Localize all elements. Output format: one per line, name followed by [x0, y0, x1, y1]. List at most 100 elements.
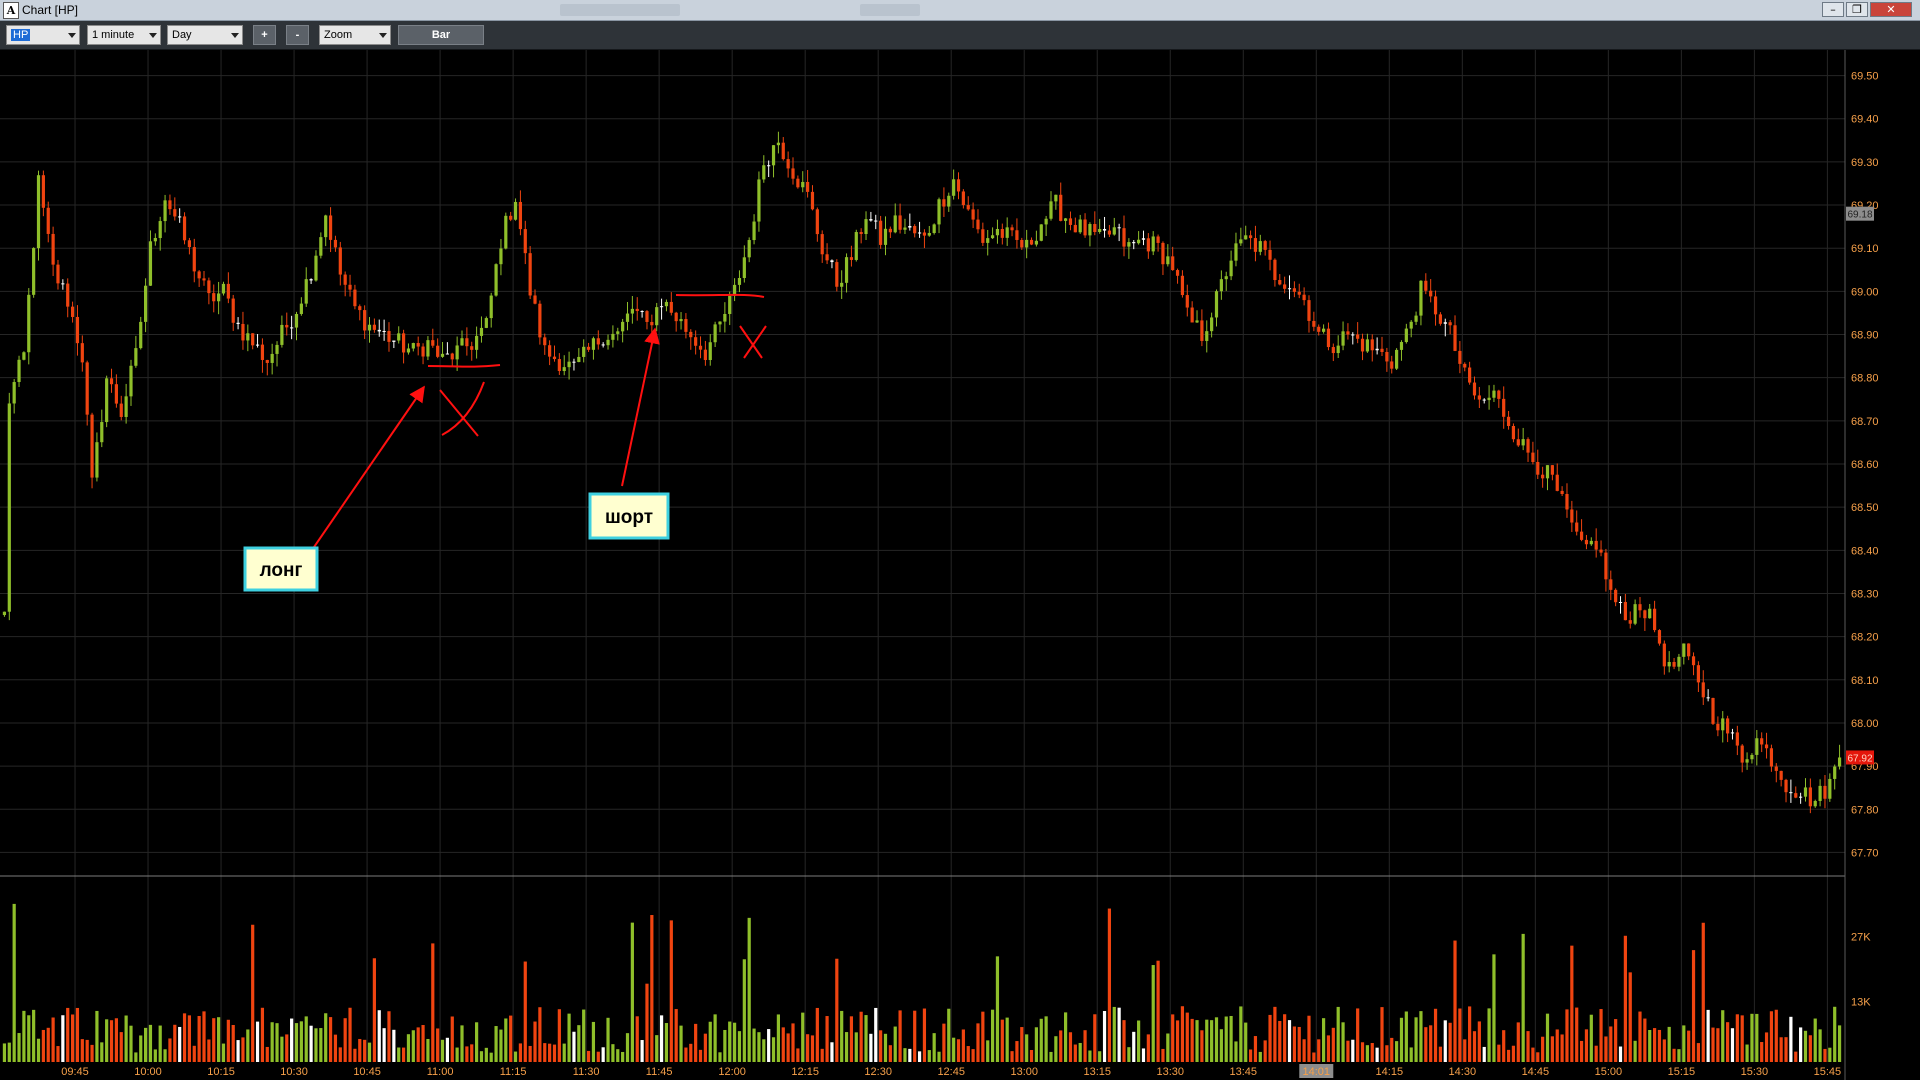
time-tick-label: 11:45 — [646, 1066, 673, 1078]
candle-body — [1482, 399, 1486, 401]
bar-type-button[interactable]: Bar — [398, 25, 484, 45]
candle-body — [367, 324, 372, 331]
candle-body — [1399, 342, 1404, 350]
candle-body — [922, 232, 927, 236]
candle-body — [708, 342, 712, 361]
volume-bar — [1609, 1026, 1613, 1062]
volume-bar — [990, 1009, 995, 1062]
candle-body — [299, 303, 303, 314]
volume-bar — [387, 1011, 391, 1062]
symbol-select[interactable]: HP — [6, 25, 80, 45]
candle-body — [942, 199, 946, 207]
volume-bar — [270, 1022, 274, 1062]
candle-body — [966, 205, 970, 210]
volume-bar — [27, 1015, 31, 1062]
minimize-button[interactable]: – — [1822, 2, 1844, 17]
volume-bar — [723, 1029, 727, 1062]
candle-body — [1774, 766, 1778, 771]
candle-body — [445, 353, 449, 355]
volume-bar — [168, 1038, 172, 1062]
volume-bar — [1093, 1014, 1097, 1062]
current-price-label: 67.92 — [1847, 753, 1872, 764]
volume-bar — [874, 1007, 878, 1062]
volume-bar — [552, 1044, 557, 1062]
range-select[interactable]: Day — [167, 25, 243, 45]
candle-body — [1477, 395, 1481, 400]
volume-bar — [703, 1033, 707, 1062]
candle-body — [1594, 540, 1598, 550]
price-tick-label: 68.40 — [1851, 545, 1879, 557]
zoom-out-button[interactable]: - — [286, 25, 309, 45]
volume-bar — [1059, 1030, 1063, 1062]
volume-bar — [119, 1032, 123, 1062]
candle-body — [221, 283, 226, 294]
candle-body — [1287, 288, 1292, 290]
volume-bar — [1419, 1011, 1423, 1062]
candle-body — [124, 396, 128, 417]
volume-bar — [698, 1049, 703, 1062]
candle-body — [630, 308, 634, 314]
volume-bar — [689, 1043, 693, 1062]
interval-select[interactable]: 1 minute — [87, 25, 161, 45]
candle-body — [494, 264, 498, 296]
volume-bar — [518, 1043, 523, 1062]
volume-bar — [728, 1021, 732, 1062]
price-tick-label: 69.30 — [1851, 157, 1879, 169]
candle-body — [1015, 230, 1019, 240]
close-button[interactable]: ✕ — [1870, 2, 1912, 17]
volume-bar — [786, 1033, 790, 1062]
candle-body — [806, 181, 810, 192]
volume-bar — [338, 1047, 342, 1062]
candle-body — [1273, 259, 1277, 281]
volume-bar — [173, 1024, 177, 1062]
candle-body — [436, 345, 440, 357]
candle-body — [552, 356, 557, 360]
candle-body — [139, 321, 143, 349]
background-tab-ghost — [560, 4, 680, 16]
candle-body — [1511, 425, 1516, 440]
volume-bar — [1390, 1037, 1394, 1062]
time-tick-label: 10:00 — [134, 1066, 162, 1078]
candle-body — [1667, 661, 1671, 667]
restore-button[interactable]: ❐ — [1846, 2, 1868, 17]
volume-bar — [1463, 1039, 1467, 1062]
window-title: Chart [HP] — [22, 3, 79, 17]
volume-bar — [752, 1028, 756, 1062]
volume-bar — [781, 1027, 785, 1062]
volume-bar — [533, 1021, 537, 1062]
candle-body — [1185, 295, 1189, 308]
volume-bar — [319, 1028, 323, 1062]
candle-body — [640, 311, 644, 313]
candle-body — [1219, 279, 1223, 292]
candle-body — [1433, 296, 1438, 315]
price-tick-label: 68.10 — [1851, 675, 1879, 687]
candle-body — [781, 142, 785, 160]
candle-body — [348, 284, 352, 290]
candle-body — [1755, 738, 1759, 755]
volume-bar — [1526, 1031, 1530, 1062]
candle-body — [324, 215, 328, 238]
volume-bar — [835, 958, 839, 1062]
price-chart[interactable]: 69.5069.4069.3069.2069.1069.0068.9068.80… — [0, 50, 1920, 1080]
candle-body — [1049, 201, 1053, 219]
zoom-select[interactable]: Zoom — [319, 25, 391, 45]
volume-bar — [1356, 1008, 1360, 1062]
volume-bar — [1156, 960, 1160, 1062]
candle-body — [1253, 238, 1258, 252]
candle-body — [932, 224, 936, 233]
candle-body — [694, 337, 698, 346]
volume-bar — [1078, 1042, 1082, 1062]
volume-bar — [1336, 1006, 1340, 1062]
volume-bar — [995, 956, 1000, 1062]
volume-bar — [815, 1007, 819, 1062]
volume-bar — [1803, 1030, 1808, 1062]
volume-bar — [664, 1023, 669, 1062]
candle-body — [202, 278, 206, 281]
candle-body — [270, 353, 274, 363]
candle-body — [61, 283, 65, 285]
volume-bar — [1307, 1015, 1311, 1062]
candle-body — [290, 327, 294, 329]
zoom-in-button[interactable]: + — [253, 25, 276, 45]
title-bar: A Chart [HP] – ❐ ✕ — [0, 0, 1920, 21]
candle-body — [995, 228, 1000, 236]
